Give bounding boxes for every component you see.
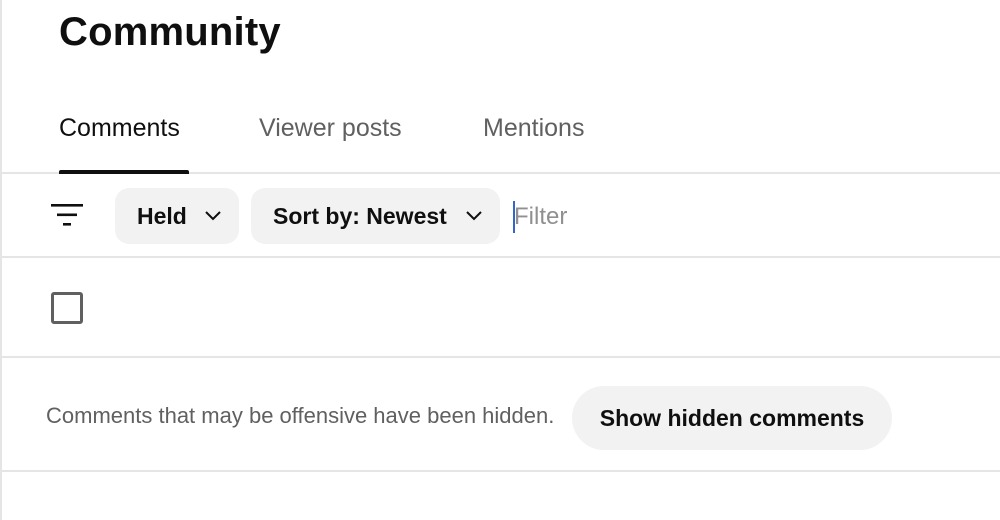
chevron-down-icon: [205, 211, 221, 221]
show-hidden-comments-button[interactable]: Show hidden comments: [572, 386, 892, 450]
bulk-select-row: [2, 258, 1000, 358]
held-filter-chip[interactable]: Held: [115, 188, 239, 244]
tab-viewer-posts-label: Viewer posts: [259, 114, 402, 142]
tab-comments-label: Comments: [59, 114, 180, 142]
tab-mentions-label: Mentions: [483, 114, 585, 142]
hidden-comments-notice: Comments that may be offensive have been…: [2, 358, 1000, 472]
page-title: Community: [59, 10, 281, 54]
filter-toolbar: Held Sort by: Newest: [2, 174, 1000, 258]
chevron-down-icon: [466, 211, 482, 221]
tab-mentions[interactable]: Mentions: [483, 114, 584, 174]
tab-viewer-posts[interactable]: Viewer posts: [259, 114, 402, 174]
tab-comments[interactable]: Comments: [59, 114, 189, 174]
studio-community-panel: Community Comments Viewer posts Mentions…: [0, 0, 1000, 520]
tab-bar: Comments Viewer posts Mentions: [2, 96, 1000, 174]
filter-input[interactable]: [514, 200, 974, 234]
sort-chip-label: Sort by: Newest: [273, 202, 447, 229]
hidden-comments-message: Comments that may be offensive have been…: [46, 403, 555, 428]
filter-lines-icon[interactable]: [49, 200, 85, 230]
held-chip-label: Held: [137, 202, 187, 229]
sort-dropdown-chip[interactable]: Sort by: Newest: [251, 188, 500, 244]
select-all-checkbox[interactable]: [51, 292, 83, 324]
